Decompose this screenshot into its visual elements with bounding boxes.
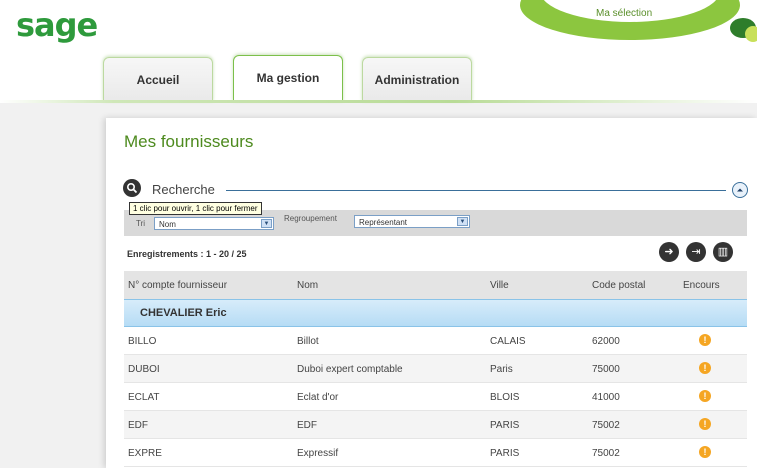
page-title: Mes fournisseurs <box>124 132 254 151</box>
columns-button[interactable]: ▥ <box>713 242 733 262</box>
top-bar: sage Ma sélection Accueil Ma gestion Adm… <box>0 0 757 102</box>
table-row[interactable]: DUBOI Duboi expert comptable Paris 75000… <box>124 355 747 383</box>
table-row[interactable]: ECLAT Eclat d'or BLOIS 41000 ! <box>124 383 747 411</box>
cell-zip: 75002 <box>592 448 620 459</box>
cell-name: Billot <box>297 336 319 347</box>
cell-account: ECLAT <box>128 392 160 403</box>
cell-city: PARIS <box>490 420 520 431</box>
sort-select[interactable]: Nom ▼ <box>154 217 274 230</box>
cell-zip: 75002 <box>592 420 620 431</box>
warning-icon[interactable]: ! <box>699 362 711 374</box>
tab-underline <box>0 100 757 103</box>
cell-city: BLOIS <box>490 392 520 403</box>
warning-icon[interactable]: ! <box>699 418 711 430</box>
chevron-down-icon: ▼ <box>457 217 468 226</box>
search-icon[interactable] <box>123 179 141 197</box>
column-header-encours[interactable]: Encours <box>683 280 720 291</box>
chevron-up-icon <box>737 188 743 192</box>
cell-name: Duboi expert comptable <box>297 364 403 375</box>
table-row[interactable]: EXPRE Expressif PARIS 75002 ! <box>124 439 747 467</box>
group-row-label: CHEVALIER Eric <box>140 307 227 319</box>
collapse-search-button[interactable] <box>732 182 748 198</box>
cell-zip: 75000 <box>592 364 620 375</box>
column-header-city[interactable]: Ville <box>490 280 509 291</box>
cell-name: EDF <box>297 420 317 431</box>
arrow-last-icon: ⇥ <box>691 246 701 258</box>
main-panel: Mes fournisseurs Recherche 1 clic pour o… <box>106 118 757 468</box>
table-header: N° compte fournisseur Nom Ville Code pos… <box>124 271 747 299</box>
cell-account: BILLO <box>128 336 157 347</box>
cell-account: EXPRE <box>128 448 162 459</box>
cell-zip: 41000 <box>592 392 620 403</box>
cell-city: CALAIS <box>490 336 526 347</box>
sort-label: Tri <box>136 219 146 228</box>
warning-icon[interactable]: ! <box>699 334 711 346</box>
column-header-name[interactable]: Nom <box>297 280 318 291</box>
search-tooltip: 1 clic pour ouvrir, 1 clic pour fermer <box>129 202 262 215</box>
last-page-button[interactable]: ⇥ <box>686 242 706 262</box>
column-header-zip[interactable]: Code postal <box>592 280 645 291</box>
chevron-down-icon: ▼ <box>261 219 272 228</box>
group-label: Regroupement <box>284 214 337 223</box>
table-row[interactable]: EDF EDF PARIS 75002 ! <box>124 411 747 439</box>
columns-icon: ▥ <box>717 246 729 258</box>
warning-icon[interactable]: ! <box>699 390 711 402</box>
arrow-right-icon: ➜ <box>664 246 674 258</box>
cell-account: DUBOI <box>128 364 160 375</box>
tab-accueil[interactable]: Accueil <box>103 57 213 102</box>
warning-icon[interactable]: ! <box>699 446 711 458</box>
tab-administration[interactable]: Administration <box>362 57 472 102</box>
search-section-label[interactable]: Recherche <box>152 182 215 197</box>
cell-account: EDF <box>128 420 148 431</box>
cell-city: PARIS <box>490 448 520 459</box>
column-header-account[interactable]: N° compte fournisseur <box>128 280 227 291</box>
sort-select-value: Nom <box>159 220 176 229</box>
cell-zip: 62000 <box>592 336 620 347</box>
brand-dot-light <box>745 26 757 42</box>
cell-city: Paris <box>490 364 513 375</box>
table-row[interactable]: BILLO Billot CALAIS 62000 ! <box>124 327 747 355</box>
next-page-button[interactable]: ➜ <box>659 242 679 262</box>
tab-ma-gestion[interactable]: Ma gestion <box>233 55 343 102</box>
cell-name: Expressif <box>297 448 339 459</box>
cell-name: Eclat d'or <box>297 392 339 403</box>
group-row[interactable]: CHEVALIER Eric <box>124 299 747 327</box>
group-select[interactable]: Représentant ▼ <box>354 215 470 228</box>
group-select-value: Représentant <box>359 218 408 227</box>
sage-logo[interactable]: sage <box>16 6 98 44</box>
ma-selection-link[interactable]: Ma sélection <box>596 8 652 19</box>
search-divider <box>226 190 726 191</box>
records-count: Enregistrements : 1 - 20 / 25 <box>127 249 247 259</box>
